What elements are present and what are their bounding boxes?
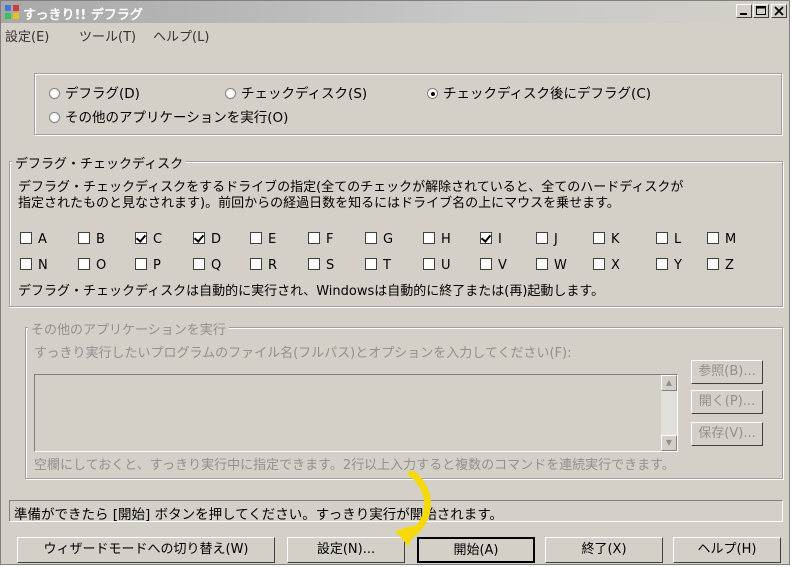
menu-help[interactable]: ヘルプ(L): [153, 26, 209, 45]
yellow-arrow-icon: [395, 471, 431, 547]
close-button[interactable]: [771, 4, 787, 18]
other-app-hint: 空欄にしておくと、すっきり実行中に指定できます。2行以上入力すると複数のコマンド…: [34, 458, 675, 473]
drive-checkbox-f[interactable]: F: [308, 232, 333, 247]
radio-other-app-indicator: [49, 112, 60, 123]
drive-checkbox-v[interactable]: V: [480, 258, 507, 273]
radio-checkdisk-indicator: [225, 88, 236, 99]
drive-checkbox-x[interactable]: X: [593, 258, 620, 273]
maximize-button[interactable]: [753, 4, 769, 18]
browse-button[interactable]: 参照(B)...: [691, 360, 763, 384]
drive-checkbox-d[interactable]: D: [193, 232, 221, 247]
drive-checkbox-s[interactable]: S: [308, 258, 334, 273]
drive-checkbox-t[interactable]: T: [365, 258, 391, 273]
drive-checkbox-c[interactable]: C: [135, 232, 162, 247]
open-button[interactable]: 開く(P)...: [691, 390, 763, 414]
drive-checkbox-p[interactable]: P: [135, 258, 161, 273]
other-app-group: その他のアプリケーションを実行 すっきり実行したいプログラムのファイル名(フルパ…: [25, 319, 783, 479]
drive-checkbox-y[interactable]: Y: [656, 258, 682, 273]
drive-checkbox-k[interactable]: K: [593, 232, 620, 247]
menu-settings[interactable]: 設定(E): [5, 26, 49, 45]
drive-checkbox-z[interactable]: Z: [707, 258, 734, 273]
scroll-up-arrow-icon[interactable]: ▲: [661, 375, 677, 391]
app-icon: [4, 4, 20, 20]
scroll-down-arrow-icon[interactable]: ▼: [661, 435, 677, 451]
drive-checkbox-l[interactable]: L: [656, 232, 681, 247]
drive-checkbox-e[interactable]: E: [250, 232, 276, 247]
drive-checkbox-r[interactable]: R: [250, 258, 277, 273]
radio-checkdisk[interactable]: チェックディスク(S): [225, 82, 367, 102]
radio-defrag-indicator: [49, 88, 60, 99]
defrag-auto-note: デフラグ・チェックディスクは自動的に実行され、Windowsは自動的に終了または…: [18, 284, 605, 299]
drive-checkbox-b[interactable]: B: [78, 232, 105, 247]
drive-checkbox-i[interactable]: I: [480, 232, 502, 247]
window-title: すっきり!! デフラグ: [23, 8, 143, 23]
menu-bar: 設定(E) ツール(T) ヘルプ(L): [1, 24, 789, 45]
drive-checkbox-u[interactable]: U: [423, 258, 451, 273]
drive-checkbox-w[interactable]: W: [536, 258, 567, 273]
defrag-group-title: デフラグ・チェックディスク: [12, 153, 187, 172]
defrag-desc-line2: 指定されたものと見なされます)。前回からの経過日数を知るにはドライブ名の上にマウ…: [18, 196, 620, 211]
defrag-desc-line1: デフラグ・チェックディスクをするドライブの指定(全てのチェックが解除されていると…: [18, 180, 684, 195]
drive-checkbox-a[interactable]: A: [20, 232, 47, 247]
drive-checkbox-g[interactable]: G: [365, 232, 393, 247]
wizard-mode-button[interactable]: ウィザードモードへの切り替え(W): [17, 537, 275, 563]
mode-group: デフラグ(D) チェックディスク(S) チェックディスク後にデフラグ(C) その…: [34, 73, 782, 135]
drive-checkbox-n[interactable]: N: [20, 258, 48, 273]
drive-checkbox-h[interactable]: H: [423, 232, 451, 247]
other-app-group-title: その他のアプリケーションを実行: [28, 319, 229, 338]
title-bar[interactable]: すっきり!! デフラグ: [1, 1, 789, 23]
drive-checkbox-m[interactable]: M: [707, 232, 736, 247]
radio-checkdisk-then-defrag-indicator: [427, 88, 438, 99]
radio-checkdisk-then-defrag[interactable]: チェックディスク後にデフラグ(C): [427, 82, 651, 102]
drive-checkbox-o[interactable]: O: [78, 258, 106, 273]
program-path-textarea[interactable]: ▲ ▼: [34, 374, 678, 452]
drive-checkbox-q[interactable]: Q: [193, 258, 221, 273]
menu-tools[interactable]: ツール(T): [79, 26, 136, 45]
defrag-group: デフラグ・チェックディスク デフラグ・チェックディスクをするドライブの指定(全て…: [9, 153, 783, 307]
radio-defrag[interactable]: デフラグ(D): [49, 82, 140, 102]
radio-other-app[interactable]: その他のアプリケーションを実行(O): [49, 106, 288, 126]
exit-button[interactable]: 終了(X): [545, 537, 663, 563]
other-app-prompt: すっきり実行したいプログラムのファイル名(フルパス)とオプションを入力してくださ…: [34, 346, 572, 361]
help-button[interactable]: ヘルプ(H): [673, 537, 781, 563]
save-button[interactable]: 保存(V)...: [691, 422, 763, 446]
minimize-button[interactable]: [736, 4, 752, 18]
drive-checkbox-j[interactable]: J: [536, 232, 558, 247]
textarea-scrollbar[interactable]: ▲ ▼: [661, 375, 677, 451]
main-window: すっきり!! デフラグ 設定(E) ツール(T) ヘルプ(L) デフラグ(D) …: [0, 0, 790, 565]
